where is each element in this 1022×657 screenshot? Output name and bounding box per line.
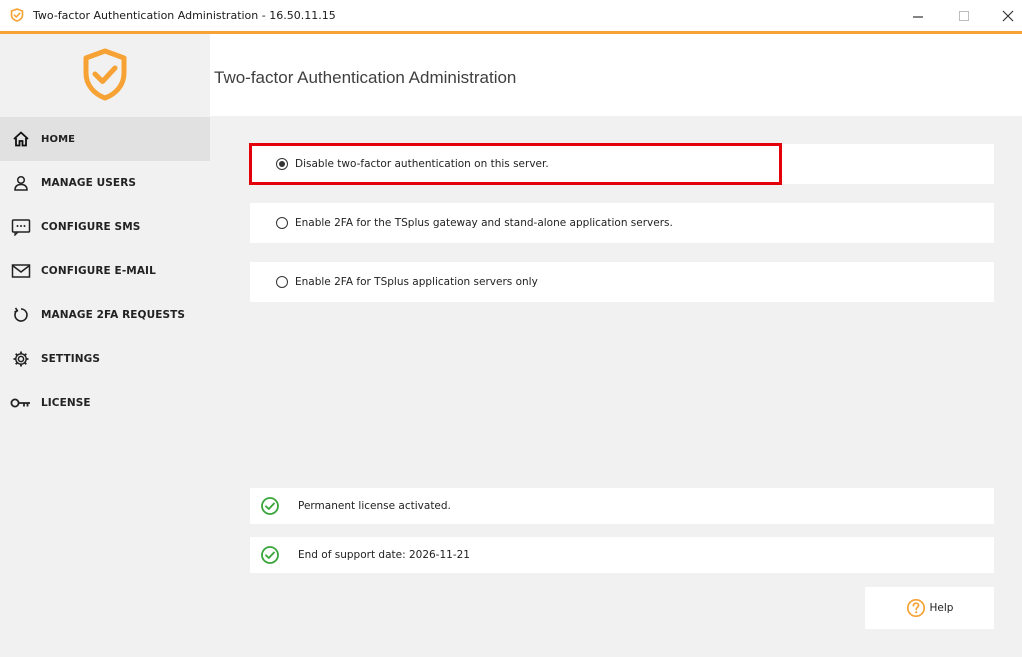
option-disable-2fa[interactable]: Disable two-factor authentication on thi… [250,144,994,184]
sidebar-item-label: SETTINGS [41,353,100,365]
minimize-button[interactable] [898,0,938,31]
minimize-icon [913,15,923,18]
support-status: End of support date: 2026-11-21 [250,537,994,573]
sidebar-item-label: MANAGE 2FA REQUESTS [41,309,186,321]
sidebar-nav: HOME MANAGE USERS CONFIGURE SMS CONFIGUR… [0,117,210,425]
help-icon [906,598,925,618]
sidebar: HOME MANAGE USERS CONFIGURE SMS CONFIGUR… [0,34,210,657]
close-button[interactable] [988,0,1022,31]
reset-icon [10,304,32,326]
shield-check-logo-icon [83,48,127,101]
sidebar-item-label: HOME [41,133,76,145]
key-icon [10,392,32,414]
main-panel: Disable two-factor authentication on thi… [210,116,1022,657]
check-circle-icon [261,546,279,564]
option-label: Enable 2FA for the TSplus gateway and st… [295,217,673,229]
radio-button[interactable] [276,217,288,229]
envelope-icon [10,260,32,282]
sidebar-item-label: CONFIGURE E-MAIL [41,265,156,277]
status-label: Permanent license activated. [298,500,451,512]
sidebar-item-settings[interactable]: SETTINGS [0,337,210,381]
home-icon [10,128,32,150]
check-circle-icon [261,497,279,515]
user-icon [10,172,32,194]
option-label: Disable two-factor authentication on thi… [295,158,549,170]
option-label: Enable 2FA for TSplus application server… [295,276,538,288]
title-bar: Two-factor Authentication Administration… [0,0,1022,31]
sidebar-item-configure-email[interactable]: CONFIGURE E-MAIL [0,249,210,293]
shield-check-icon [10,8,24,22]
gear-icon [10,348,32,370]
option-enable-2fa-gateway[interactable]: Enable 2FA for the TSplus gateway and st… [250,203,994,243]
maximize-button[interactable] [944,0,984,31]
window-title: Two-factor Authentication Administration… [33,9,336,22]
sidebar-item-label: CONFIGURE SMS [41,221,141,233]
radio-button[interactable] [276,276,288,288]
sidebar-item-home[interactable]: HOME [0,117,210,161]
sidebar-item-manage-2fa-requests[interactable]: MANAGE 2FA REQUESTS [0,293,210,337]
license-status: Permanent license activated. [250,488,994,524]
sidebar-item-license[interactable]: LICENSE [0,381,210,425]
help-label: Help [929,602,954,614]
page-header: Two-factor Authentication Administration [210,34,1022,116]
sidebar-item-label: LICENSE [41,397,91,409]
close-icon [1002,10,1014,21]
sidebar-item-manage-users[interactable]: MANAGE USERS [0,161,210,205]
help-button[interactable]: Help [865,587,994,629]
radio-button[interactable] [276,158,288,170]
maximize-icon [959,10,969,21]
page-title: Two-factor Authentication Administration [214,68,517,87]
sidebar-item-label: MANAGE USERS [41,177,137,189]
option-enable-2fa-app-servers[interactable]: Enable 2FA for TSplus application server… [250,262,994,302]
sms-icon [10,216,32,238]
status-label: End of support date: 2026-11-21 [298,549,470,561]
logo [0,34,210,116]
sidebar-item-configure-sms[interactable]: CONFIGURE SMS [0,205,210,249]
